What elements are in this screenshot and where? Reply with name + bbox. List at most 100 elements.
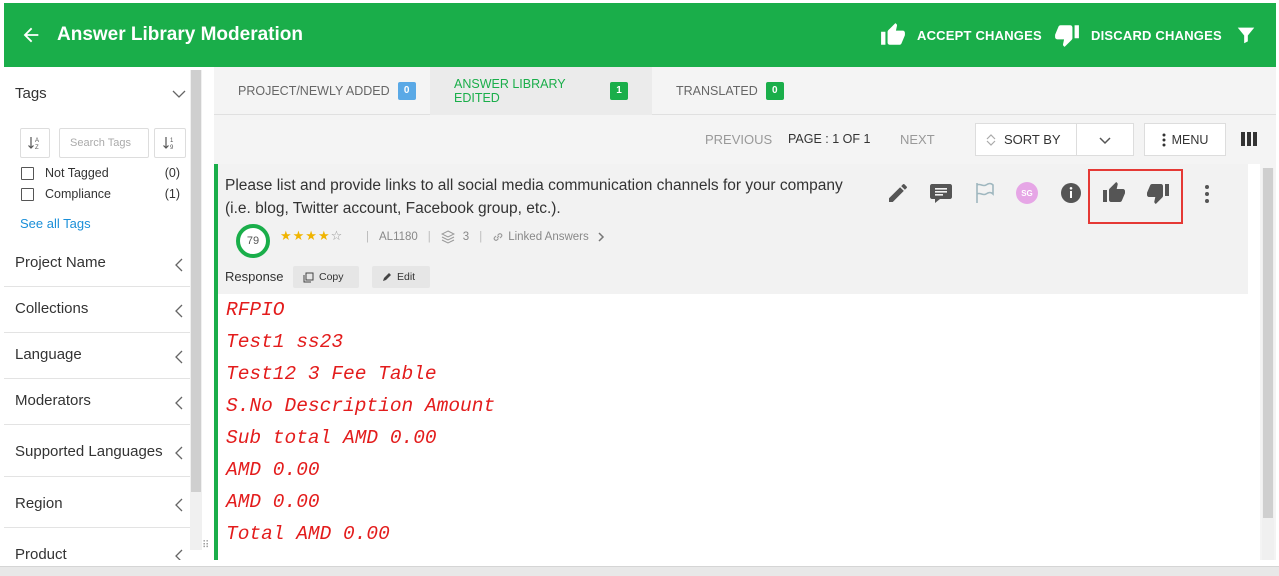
tag-search-input[interactable] xyxy=(59,128,149,158)
star-empty-icon: ☆ xyxy=(330,228,344,243)
sidebar-item-label: Region xyxy=(15,495,63,512)
discard-changes-button[interactable]: DISCARD CHANGES xyxy=(1054,20,1222,50)
svg-text:A: A xyxy=(35,138,39,144)
tag-name: Compliance xyxy=(45,187,112,201)
menu-button[interactable]: MENU xyxy=(1144,123,1226,156)
answer-meta: | AL1180 | 3 | Linked Answers xyxy=(366,230,606,244)
svg-text:9: 9 xyxy=(170,145,174,151)
sort-numeric-icon: 19 xyxy=(163,137,174,151)
copy-button[interactable]: Copy xyxy=(293,266,359,288)
horizontal-scrollbar[interactable] xyxy=(0,566,1279,576)
tab-count-badge: 1 xyxy=(610,82,628,100)
thumbs-down-icon xyxy=(1055,25,1079,47)
tag-tools: AZ 19 xyxy=(20,128,190,158)
layers-icon xyxy=(440,230,455,244)
see-all-tags-link[interactable]: See all Tags xyxy=(20,216,91,231)
tab-count-badge: 0 xyxy=(765,82,784,100)
sidebar-item-product[interactable]: Product xyxy=(4,528,190,560)
discard-changes-label: DISCARD CHANGES xyxy=(1091,27,1222,43)
edit-pencil-icon[interactable] xyxy=(886,181,910,205)
edit-response-button[interactable]: Edit xyxy=(372,266,430,288)
sidebar-item-label: Language xyxy=(15,346,82,363)
kebab-icon xyxy=(1162,133,1166,146)
sidebar-item-label: Supported Languages xyxy=(15,443,163,460)
chevron-left-icon xyxy=(175,498,183,512)
sidebar-item-label: Collections xyxy=(15,300,89,317)
edit-label: Edit xyxy=(397,271,416,283)
copy-label: Copy xyxy=(319,271,344,283)
chevron-down-icon xyxy=(1099,136,1111,144)
info-icon[interactable] xyxy=(1059,181,1083,205)
main-panel: PROJECT/NEWLY ADDED 0 ANSWER LIBRARY EDI… xyxy=(214,67,1276,560)
tab-label: TRANSLATED xyxy=(676,84,758,98)
columns-icon[interactable] xyxy=(1240,130,1258,148)
content-scrollbar[interactable] xyxy=(1262,168,1274,560)
tag-name: Not Tagged xyxy=(45,166,109,180)
response-line: Total AMD 0.00 xyxy=(226,523,390,545)
chevron-right-icon xyxy=(598,232,604,242)
sidebar-scrollbar[interactable] xyxy=(190,70,202,550)
response-body: RFPIO Test1 ss23 Test12 3 Fee Table S.No… xyxy=(226,294,1238,560)
svg-text:Z: Z xyxy=(35,145,39,151)
previous-page-button[interactable]: PREVIOUS xyxy=(705,132,772,147)
comment-icon[interactable] xyxy=(929,181,953,205)
answer-id: AL1180 xyxy=(379,231,418,243)
resize-grip-icon[interactable]: ⠿ xyxy=(202,540,209,551)
content-scrollbar-thumb[interactable] xyxy=(1263,168,1273,518)
tag-checkbox[interactable] xyxy=(21,188,34,201)
sidebar-item-language[interactable]: Language xyxy=(4,333,190,379)
more-options-icon[interactable] xyxy=(1198,184,1216,204)
tag-row-not-tagged: Not Tagged (0) xyxy=(20,165,180,183)
sidebar-item-collections[interactable]: Collections xyxy=(4,287,190,333)
response-line: RFPIO xyxy=(226,299,285,321)
chevron-left-icon xyxy=(175,446,183,460)
filter-icon[interactable] xyxy=(1235,24,1257,46)
response-line: AMD 0.00 xyxy=(226,491,320,513)
sidebar-item-project-name[interactable]: Project Name xyxy=(4,241,190,287)
list-toolbar: PREVIOUS PAGE : 1 OF 1 NEXT SORT BY MENU xyxy=(214,116,1276,164)
page-title: Answer Library Moderation xyxy=(57,24,303,45)
tab-label: ANSWER LIBRARY EDITED xyxy=(454,77,566,105)
tags-section-header[interactable]: Tags xyxy=(4,81,190,107)
tab-project-newly-added[interactable]: PROJECT/NEWLY ADDED 0 xyxy=(214,67,440,115)
tab-answer-library-edited[interactable]: ANSWER LIBRARY EDITED 1 xyxy=(430,67,652,115)
tag-checkbox[interactable] xyxy=(21,167,34,180)
sort-numeric-button[interactable]: 19 xyxy=(154,128,186,158)
link-icon xyxy=(493,233,503,241)
tab-translated[interactable]: TRANSLATED 0 xyxy=(652,67,808,115)
tag-row-compliance: Compliance (1) xyxy=(20,186,180,204)
linked-answers-link[interactable]: Linked Answers xyxy=(508,231,589,243)
sidebar-item-supported-languages[interactable]: Supported Languages xyxy=(4,425,190,477)
score-circle: 79 xyxy=(236,224,270,258)
app-header: Answer Library Moderation ACCEPT CHANGES… xyxy=(4,3,1276,67)
sort-arrows-icon xyxy=(986,133,996,146)
next-page-button[interactable]: NEXT xyxy=(900,132,935,147)
sort-alpha-icon: AZ xyxy=(28,137,39,151)
sort-alpha-button[interactable]: AZ xyxy=(20,128,50,158)
approve-reject-highlight xyxy=(1088,169,1183,224)
chevron-left-icon xyxy=(175,258,183,272)
tag-count: (0) xyxy=(164,166,180,180)
rating-stars[interactable]: ★★★★☆ xyxy=(280,228,343,244)
answer-card: Please list and provide links to all soc… xyxy=(214,164,1260,560)
accept-changes-label: ACCEPT CHANGES xyxy=(917,27,1042,43)
response-line: Test1 ss23 xyxy=(226,331,344,353)
back-arrow-icon[interactable] xyxy=(20,24,42,46)
chevron-left-icon xyxy=(175,549,183,560)
star-icon: ★★★★ xyxy=(280,228,331,243)
sidebar-item-region[interactable]: Region xyxy=(4,477,190,528)
sidebar-item-moderators[interactable]: Moderators xyxy=(4,379,190,425)
layers-count: 3 xyxy=(462,231,470,243)
sort-by-button[interactable]: SORT BY xyxy=(975,123,1090,156)
sidebar-scrollbar-thumb[interactable] xyxy=(191,70,201,492)
avatar[interactable]: SG xyxy=(1016,182,1038,204)
tab-count-badge: 0 xyxy=(397,82,416,100)
sidebar-item-label: Moderators xyxy=(15,392,91,409)
flag-icon[interactable] xyxy=(973,181,997,205)
response-line: S.No Description Amount xyxy=(226,395,496,417)
copy-icon xyxy=(303,272,314,282)
thumbs-up-icon xyxy=(881,23,905,45)
accept-changes-button[interactable]: ACCEPT CHANGES xyxy=(880,20,1042,50)
svg-text:1: 1 xyxy=(170,138,174,144)
sort-order-dropdown[interactable] xyxy=(1076,123,1134,156)
